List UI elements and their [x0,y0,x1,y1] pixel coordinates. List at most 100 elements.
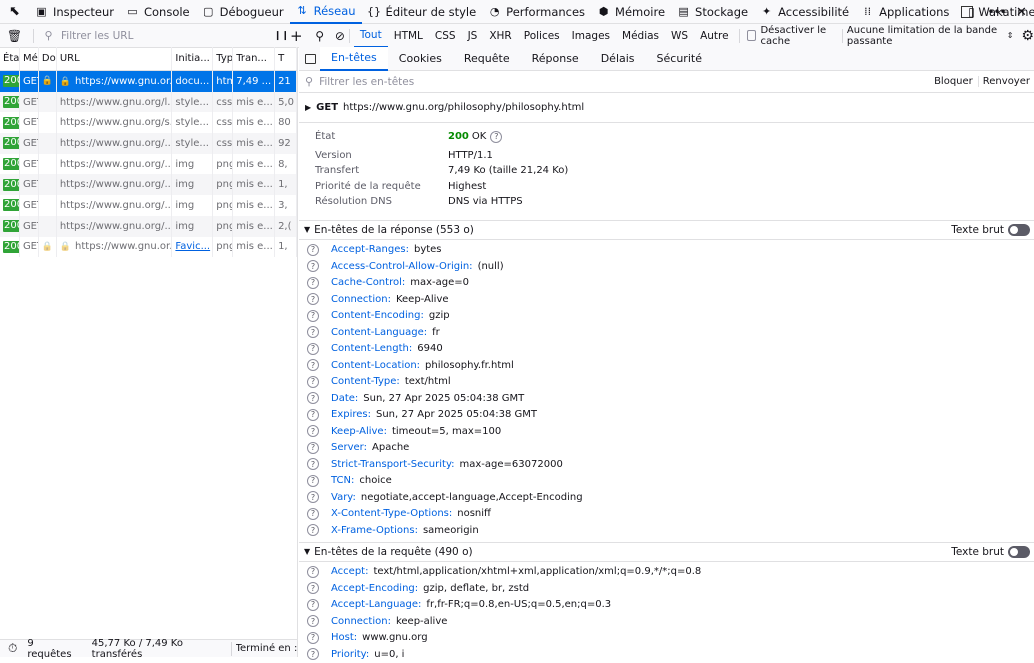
help-icon[interactable]: ? [307,441,319,454]
help-icon[interactable]: ? [307,598,319,611]
help-icon[interactable]: ? [307,276,319,289]
header-row: ? Connection: Keep-Alive [299,291,1034,308]
tab-accessibility[interactable]: ✦ Accessibilité [754,0,855,24]
url-filter-input[interactable] [59,28,249,43]
help-icon[interactable]: ? [307,631,319,644]
tab-applications[interactable]: ⁞⁞ Applications [855,0,955,24]
filter-tab-médias[interactable]: Médias [616,24,665,48]
help-icon[interactable]: ? [307,507,319,520]
filter-tab-js[interactable]: JS [462,24,484,48]
help-icon[interactable]: ? [307,425,319,438]
response-headers-section[interactable]: ▼ En-têtes de la réponse (553 o) Texte b… [299,219,1034,240]
content-type: css [213,133,234,154]
tab-memory[interactable]: ⬢ Mémoire [591,0,671,24]
filter-tab-html[interactable]: HTML [388,24,429,48]
collapse-arrow-icon[interactable]: ▼ [304,225,310,234]
raw-toggle[interactable] [1008,223,1030,236]
column-header[interactable]: Tran... [233,47,276,70]
disable-cache-checkbox[interactable] [747,30,757,41]
details-tab-dlais[interactable]: Délais [590,47,646,71]
filter-tab-polices[interactable]: Polices [518,24,566,48]
search-icon[interactable]: ⚲ [315,29,325,43]
request-row[interactable]: 200GET https://www.gnu.org/...img png mis e… [0,174,297,196]
plus-icon[interactable]: + [290,27,303,45]
request-method: GET [20,153,39,175]
filter-tab-xhr[interactable]: XHR [483,24,517,48]
tab-console[interactable]: ▭ Console [120,0,196,24]
help-icon[interactable]: ? [307,491,319,504]
details-tab-cookies[interactable]: Cookies [388,47,453,71]
help-icon[interactable]: ? [307,648,319,661]
collapse-arrow-icon[interactable]: ▼ [304,547,310,556]
details-tab-rponse[interactable]: Réponse [521,47,590,71]
column-header[interactable]: Do [39,47,57,70]
help-icon[interactable]: ? [307,458,319,471]
request-row[interactable]: 200GET https://www.gnu.org/s...style... cs… [0,112,297,134]
dock-icon[interactable]: ▯ [965,5,978,19]
request-row[interactable]: 200GET🔒🔒https://www.gnu.or...docu...htm7… [0,71,297,92]
performance-icon[interactable]: ⏱ [8,641,17,656]
help-icon[interactable]: ? [307,260,319,273]
help-icon[interactable]: ? [307,582,319,595]
column-header[interactable]: T [275,47,297,70]
column-header[interactable]: Typ [213,47,234,70]
tab-performance[interactable]: ◔ Performances [482,0,591,24]
help-icon[interactable]: ? [307,524,319,537]
details-tab-enttes[interactable]: En-têtes [320,46,388,71]
element-picker-button[interactable]: ⬉ [0,0,29,24]
pause-button[interactable]: ❙❙ [274,31,289,41]
column-header[interactable]: Initia... [172,47,214,70]
filter-tab-tout[interactable]: Tout [353,24,388,48]
expand-arrow-icon[interactable]: ▶ [305,103,311,112]
help-icon[interactable]: ? [307,615,319,628]
tab-network[interactable]: ⇅ Réseau [289,0,362,24]
block-icon[interactable]: ⊘ [335,29,345,43]
close-icon[interactable]: ✕ [1015,5,1028,20]
help-icon[interactable]: ? [307,375,319,388]
help-icon[interactable]: ? [307,392,319,405]
request-row[interactable]: 200GET https://www.gnu.org/...img png mis e… [0,215,297,237]
filter-tab-css[interactable]: CSS [429,24,462,48]
help-icon[interactable]: ? [307,408,319,421]
help-icon[interactable]: ? [307,359,319,372]
block-button[interactable]: Bloquer [929,76,979,87]
column-header[interactable]: Mé [20,47,39,70]
more-options-icon[interactable]: ••• [987,5,1006,19]
tab-storage[interactable]: ▤ Stockage [671,0,754,24]
request-method-text: GET [22,158,38,170]
request-headers-section[interactable]: ▼ En-têtes de la requête (490 o) Texte b… [299,541,1034,562]
request-row[interactable]: 200GET https://www.gnu.org/...img png mis e… [0,153,297,175]
filter-tab-autre[interactable]: Autre [694,24,735,48]
trash-icon[interactable]: 🗑 [7,29,22,43]
details-tab-requte[interactable]: Requête [453,47,521,71]
tab-inspector[interactable]: ▣ Inspecteur [29,0,120,24]
help-icon[interactable]: ? [307,293,319,306]
help-icon[interactable]: ? [307,342,319,355]
tab-style-editor[interactable]: {} Éditeur de style [362,0,483,24]
help-icon[interactable]: ? [307,565,319,578]
header-name: Accept: [331,566,369,578]
initiator-text[interactable]: Favic... [175,241,210,252]
request-row[interactable]: 200GET https://www.gnu.org/l...style... cs… [0,91,297,113]
throttle-select[interactable]: Aucune limitation de la bande passante [847,25,1004,47]
request-row[interactable]: 200GET https://www.gnu.org/...img png mis e… [0,195,297,216]
request-row[interactable]: 200GET https://www.gnu.org/...style... css… [0,133,297,154]
column-header[interactable]: État [0,47,20,70]
toggle-sidebar-icon[interactable] [305,53,316,64]
help-icon[interactable]: ? [307,309,319,322]
help-icon[interactable]: ? [307,326,319,339]
request-row[interactable]: 200GET🔒🔒https://www.gnu.or...Favic...png… [0,236,297,258]
gear-icon[interactable]: ⚙ [1021,28,1034,44]
filter-tab-images[interactable]: Images [566,24,616,48]
resend-button[interactable]: Renvoyer [979,76,1034,87]
column-header[interactable]: URL [57,47,173,70]
details-tab-scurit[interactable]: Sécurité [646,47,713,71]
tab-debugger[interactable]: ▢ Débogueur [196,0,290,24]
raw-toggle[interactable] [1008,545,1030,558]
help-icon[interactable]: ? [490,130,503,143]
help-icon[interactable]: ? [307,474,319,487]
header-filter-input[interactable] [317,74,618,89]
help-icon[interactable]: ? [307,243,319,256]
domain-cell: 🔒 [39,236,57,258]
filter-tab-ws[interactable]: WS [665,24,694,48]
